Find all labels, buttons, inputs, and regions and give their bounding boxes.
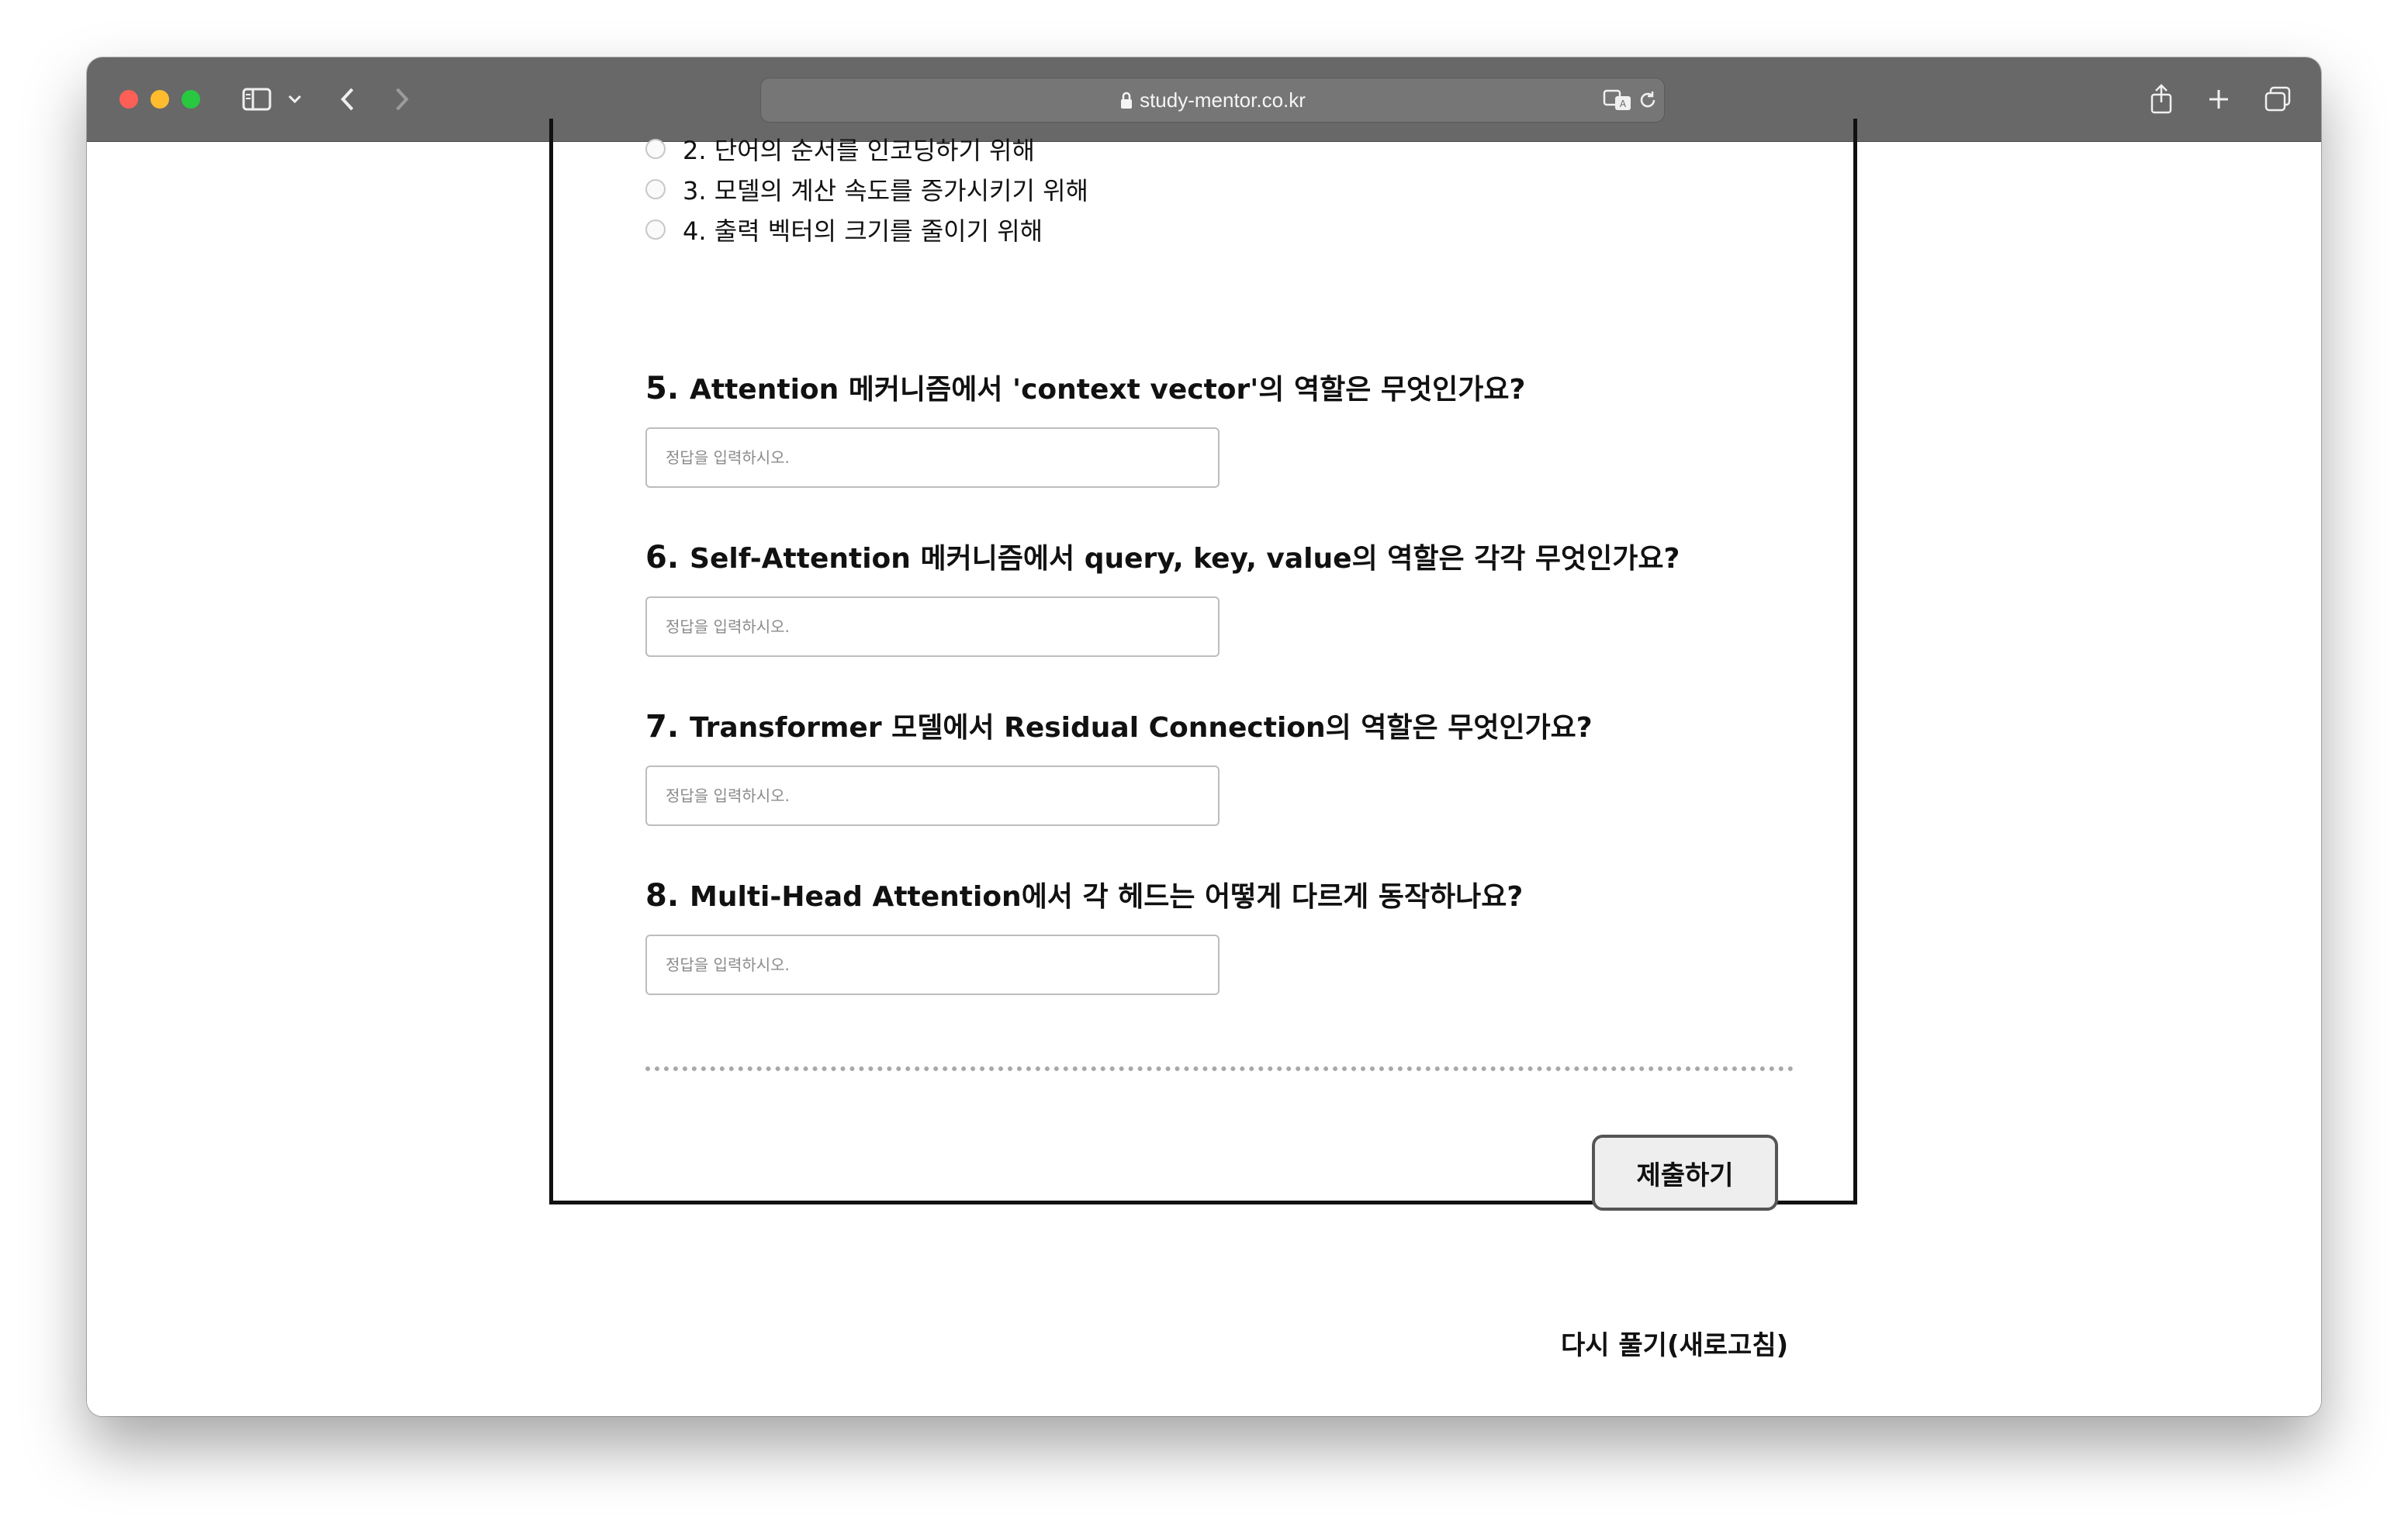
answer-input[interactable] [645,596,1220,657]
close-window-button[interactable] [119,90,138,109]
question-title: 5. Attention 메커니즘에서 'context vector'의 역할은… [645,367,1525,407]
tab-overview-icon[interactable] [2262,81,2293,118]
reload-icon[interactable] [1636,81,1659,119]
browser-window: study-mentor.co.kr A 2. 단어의 순서를 인코딩하기 위해 [87,57,2321,1416]
option-label: 4. 출력 벡터의 크기를 줄이기 위해 [683,216,1043,246]
svg-text:A: A [1620,98,1627,109]
share-icon[interactable] [2147,81,2175,118]
submit-button[interactable]: 제출하기 [1592,1135,1778,1211]
question-title: 8. Multi-Head Attention에서 각 헤드는 어떻게 다르게 동… [645,874,1523,914]
question-text: Attention 메커니즘에서 'context vector'의 역할은 무… [690,374,1526,406]
sidebar-toggle-icon[interactable] [239,81,276,118]
minimize-window-button[interactable] [150,90,169,109]
question-number: 8. [645,878,680,914]
lock-icon [1121,92,1133,109]
option-label: 2. 단어의 순서를 인코딩하기 위해 [683,136,1035,165]
answer-option[interactable]: 4. 출력 벡터의 크기를 줄이기 위해 [645,212,1043,247]
radio-button[interactable] [645,219,666,240]
question-text: Transformer 모델에서 Residual Connection의 역할… [690,712,1593,744]
chevron-down-icon[interactable] [285,81,304,118]
forward-icon[interactable] [388,81,416,118]
section-divider [645,1066,1794,1071]
retry-link[interactable]: 다시 풀기(새로고침) [1561,1324,1788,1362]
answer-option[interactable]: 2. 단어의 순서를 인코딩하기 위해 [645,131,1035,167]
radio-button[interactable] [645,179,666,199]
translate-icon[interactable]: A [1602,81,1633,119]
answer-input[interactable] [645,766,1220,826]
question-title: 6. Self-Attention 메커니즘에서 query, key, valu… [645,536,1680,576]
question-text: Self-Attention 메커니즘에서 query, key, value의… [690,543,1680,575]
answer-input[interactable] [645,427,1220,488]
zoom-window-button[interactable] [182,90,200,109]
option-label: 3. 모델의 계산 속도를 증가시키기 위해 [683,176,1088,206]
back-icon[interactable] [334,81,362,118]
question-title: 7. Transformer 모델에서 Residual Connection의 … [645,705,1593,745]
question-number: 7. [645,709,680,745]
quiz-card [549,119,1857,1204]
url-text: study-mentor.co.kr [1140,88,1306,112]
page-content: 2. 단어의 순서를 인코딩하기 위해 3. 모델의 계산 속도를 증가시키기 … [87,119,2321,1416]
new-tab-icon[interactable] [2205,81,2233,118]
answer-option[interactable]: 3. 모델의 계산 속도를 증가시키기 위해 [645,171,1088,207]
address-bar[interactable]: study-mentor.co.kr A [760,78,1665,123]
question-number: 6. [645,540,680,575]
url-display: study-mentor.co.kr [761,88,1664,112]
answer-input[interactable] [645,935,1220,995]
question-text: Multi-Head Attention에서 각 헤드는 어떻게 다르게 동작하… [690,881,1524,913]
radio-button[interactable] [645,139,666,159]
question-number: 5. [645,371,680,406]
